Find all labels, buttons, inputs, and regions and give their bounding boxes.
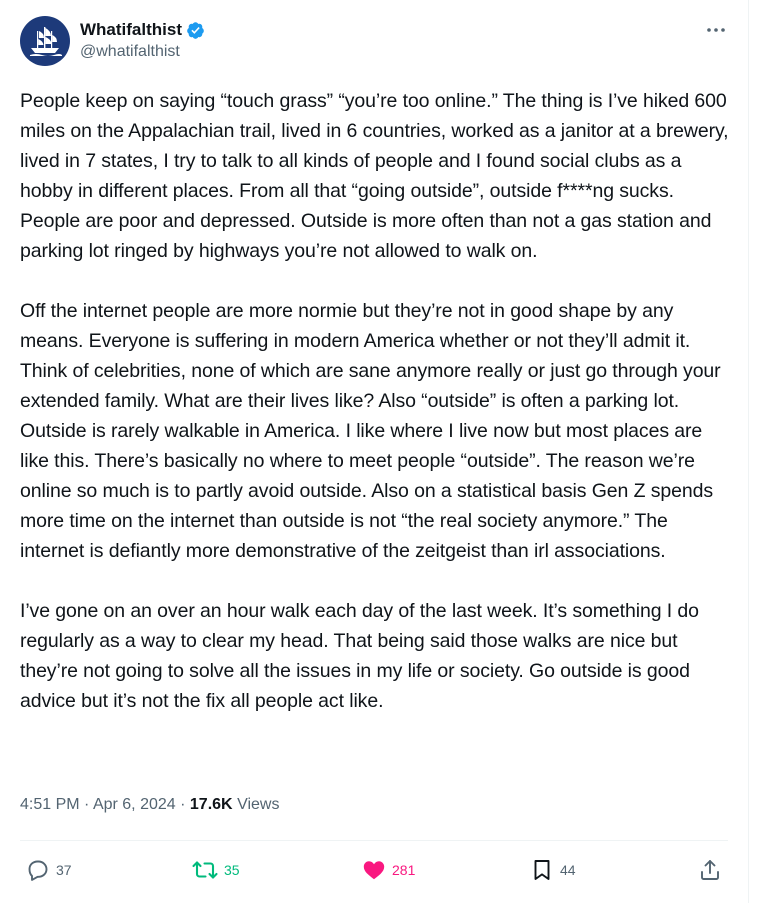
tweet-paragraph: I’ve gone on an over an hour walk each d…: [20, 600, 705, 712]
heart-filled-icon: [363, 861, 385, 880]
tweet-header: Whatifalthist @whatifalthist: [20, 16, 728, 68]
like-count: 281: [392, 862, 416, 878]
views-count: 17.6K: [189, 796, 233, 813]
repost-button[interactable]: 35: [192, 852, 240, 888]
tweet-meta: 4:51 PM · Apr 6, 2024 · 17.6K Views: [20, 796, 279, 814]
bookmark-count: 44: [560, 862, 576, 878]
verified-badge-icon: [187, 21, 204, 39]
repost-icon: [192, 861, 218, 879]
tweet-paragraph: People keep on saying “touch grass” “you…: [20, 90, 734, 262]
meta-separator: ·: [84, 796, 90, 813]
share-icon: [701, 860, 719, 880]
ship-icon: [30, 27, 62, 56]
views-label: Views: [237, 796, 280, 813]
avatar[interactable]: [20, 16, 70, 66]
meta-separator: ·: [180, 796, 186, 813]
bookmark-icon: [534, 860, 550, 880]
reply-count: 37: [56, 862, 72, 878]
more-horizontal-icon: [707, 28, 725, 32]
tweet-time[interactable]: 4:51 PM: [20, 796, 80, 813]
more-options-button[interactable]: [704, 20, 728, 40]
tweet-text: People keep on saying “touch grass” “you…: [20, 86, 730, 716]
tweet-paragraph: Off the internet people are more normie …: [20, 300, 726, 562]
bookmark-button[interactable]: 44: [530, 852, 576, 888]
like-button[interactable]: 281: [362, 852, 415, 888]
repost-count: 35: [224, 862, 240, 878]
reply-icon: [28, 860, 48, 881]
display-name[interactable]: Whatifalthist: [80, 20, 182, 40]
author-names: Whatifalthist @whatifalthist: [80, 20, 205, 61]
share-button[interactable]: [698, 852, 722, 888]
tweet-date[interactable]: Apr 6, 2024: [93, 796, 176, 813]
divider: [20, 840, 728, 841]
handle[interactable]: @whatifalthist: [80, 43, 205, 61]
tweet-card: Whatifalthist @whatifalthist People keep…: [0, 0, 749, 903]
reply-button[interactable]: 37: [26, 852, 72, 888]
action-bar: 37 35 281 44: [20, 852, 728, 888]
